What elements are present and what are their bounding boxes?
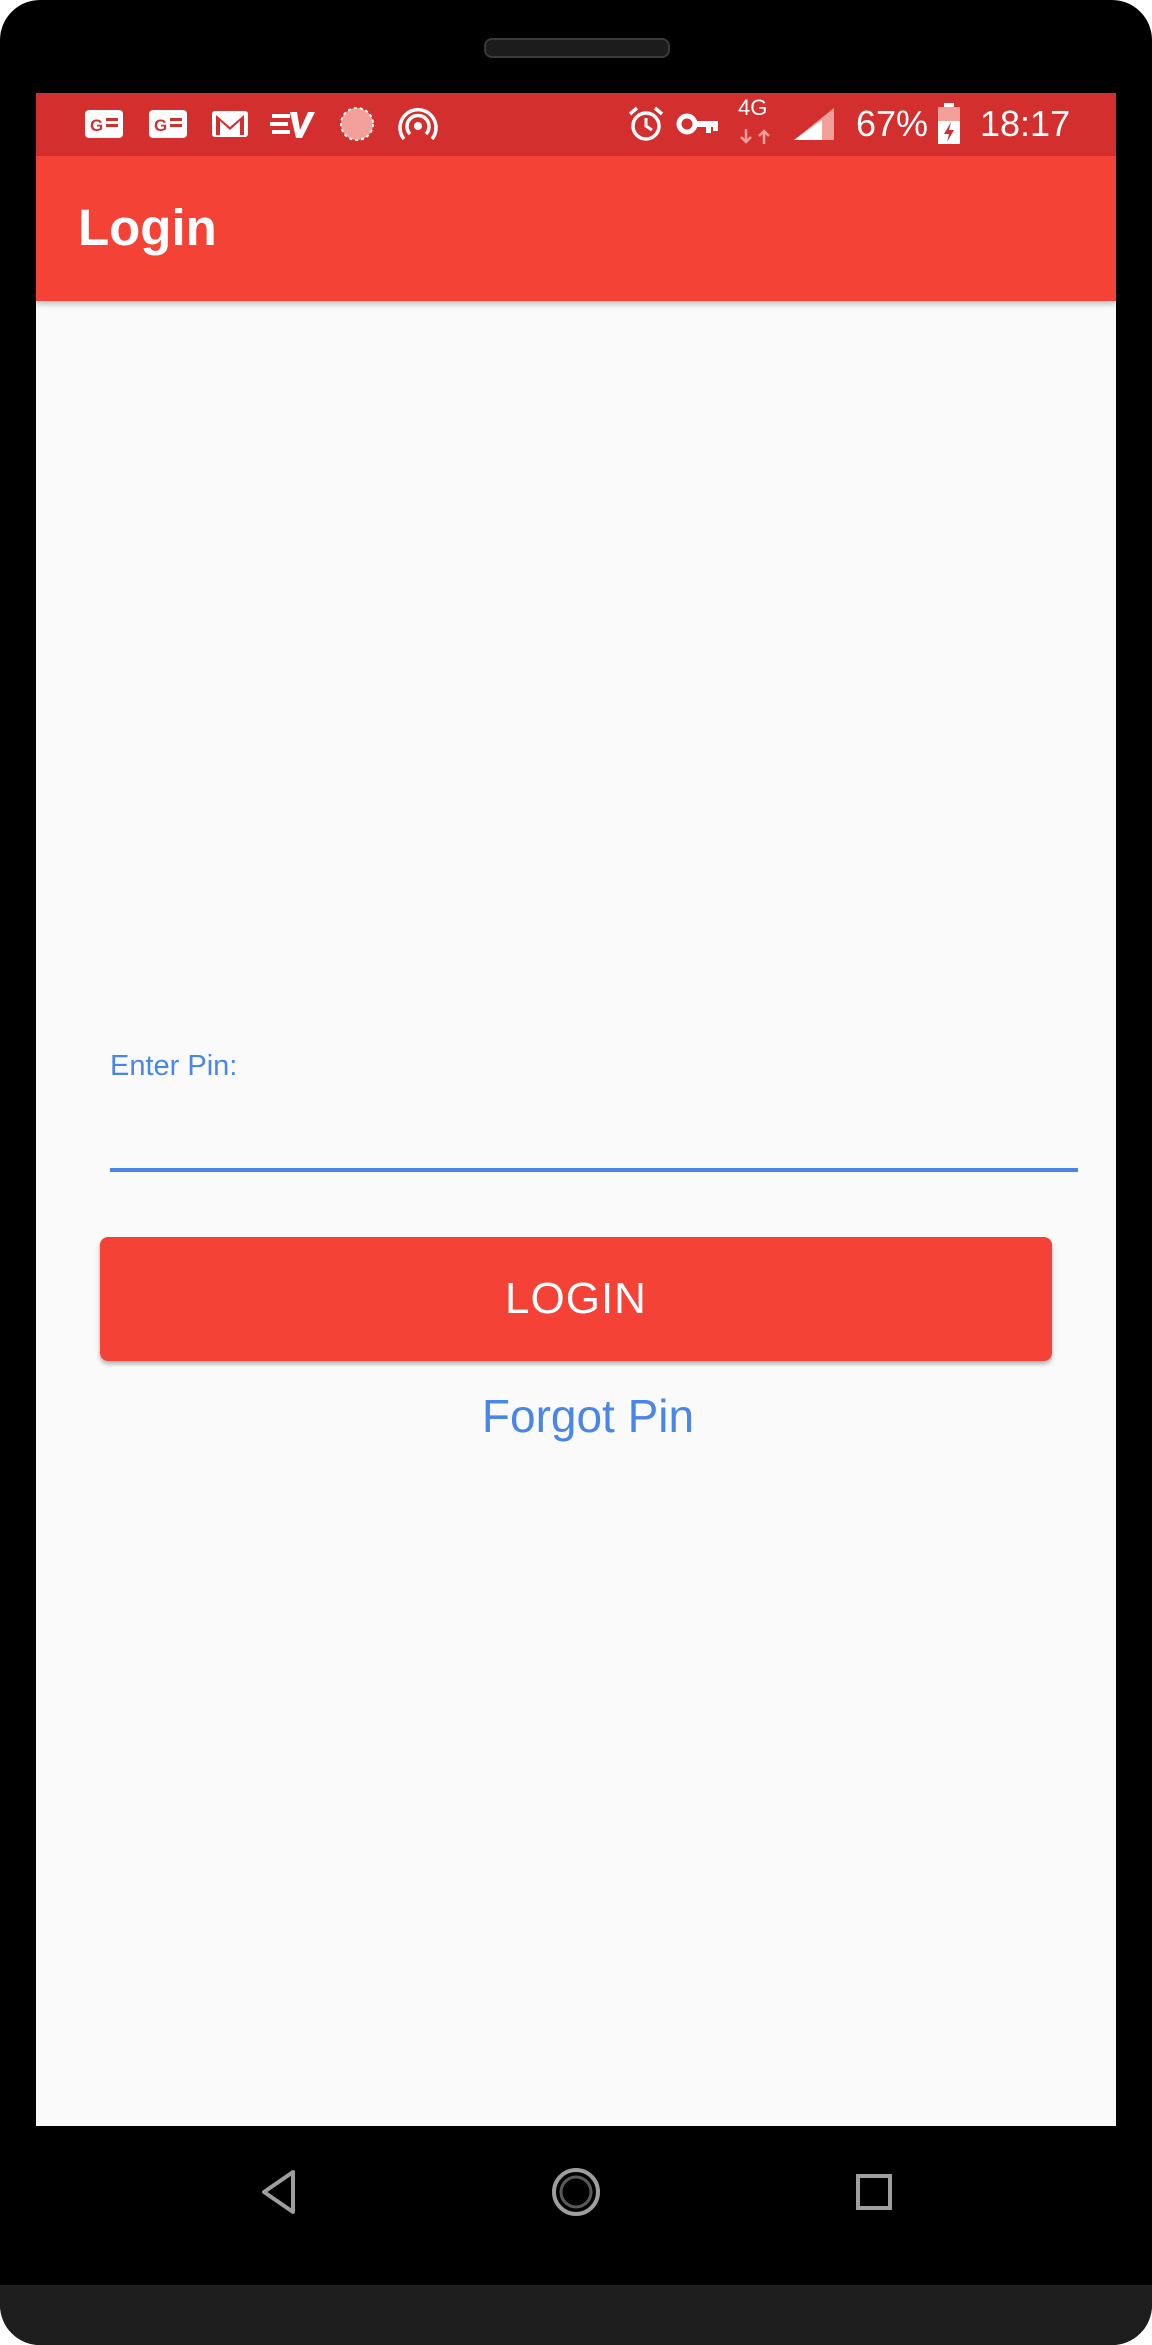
- battery-icon: [938, 103, 960, 144]
- signal-icon: [794, 108, 834, 140]
- battery-percent: 67%: [856, 103, 929, 144]
- network-type: 4G: [738, 95, 768, 120]
- hotspot-icon: [398, 108, 438, 141]
- gmail-icon: [212, 111, 248, 137]
- earpiece-speaker: [484, 38, 670, 58]
- news-g-icon: G: [149, 110, 187, 138]
- svg-text:G: G: [154, 116, 167, 135]
- login-button[interactable]: LOGIN: [100, 1237, 1052, 1361]
- svg-text:G: G: [90, 116, 103, 135]
- loading-circle-icon: [340, 107, 374, 141]
- pin-field-label: Enter Pin:: [110, 1050, 238, 1082]
- pin-input[interactable]: [110, 1093, 1078, 1172]
- data-arrows-icon: [740, 129, 770, 144]
- vpn-key-icon: [676, 113, 718, 135]
- forgot-pin-link[interactable]: Forgot Pin: [36, 1389, 1116, 1443]
- recents-icon[interactable]: [854, 2172, 894, 2212]
- app-bar: Login: [36, 156, 1116, 301]
- expressvpn-icon: [270, 112, 315, 138]
- phone-bottom-edge: [0, 2285, 1152, 2345]
- clock: 18:17: [980, 103, 1071, 144]
- home-icon[interactable]: [550, 2166, 602, 2218]
- status-bar: G G 4G 67% 18:17: [36, 93, 1116, 156]
- phone-frame: G G 4G 67% 18:17 Login Enter Pin: LOGIN …: [0, 0, 1152, 2345]
- page-title: Login: [78, 199, 217, 256]
- news-g-icon: G: [85, 110, 123, 138]
- navigation-bar: [0, 2126, 1152, 2286]
- back-icon[interactable]: [258, 2168, 298, 2216]
- alarm-icon: [628, 106, 664, 141]
- screen: G G 4G 67% 18:17 Login Enter Pin: LOGIN …: [36, 93, 1116, 2126]
